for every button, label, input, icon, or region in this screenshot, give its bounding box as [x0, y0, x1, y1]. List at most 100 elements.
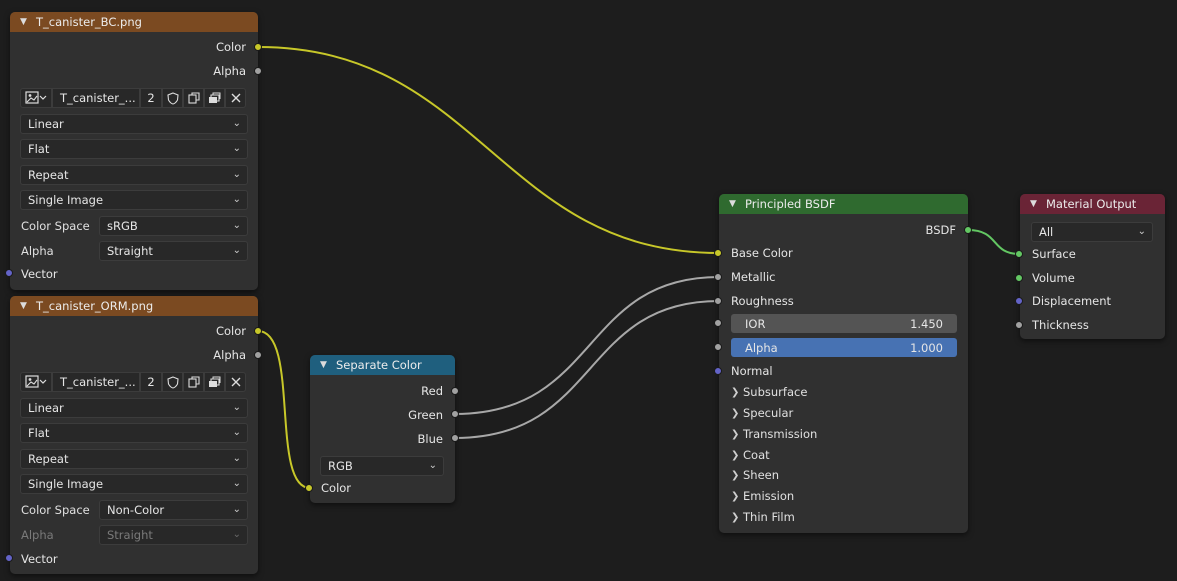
separate-color-node[interactable]: ▼ Separate Color Red Green Blue RGB ⌄ Col… [305, 355, 459, 503]
panel-thin-film[interactable]: ❯ Thin Film [731, 507, 795, 527]
target-dropdown[interactable]: All ⌄ [1031, 222, 1153, 242]
collapse-chevron-icon[interactable]: ▼ [20, 17, 30, 27]
socket-thickness-in[interactable] [1015, 321, 1023, 329]
projection-dropdown[interactable]: Flat ⌄ [20, 139, 248, 159]
chevron-right-icon: ❯ [731, 511, 740, 523]
socket-color-out[interactable] [254, 327, 262, 335]
alpha-mode-dropdown[interactable]: Straight ⌄ [99, 241, 248, 261]
socket-roughness-in[interactable] [714, 297, 722, 305]
socket-alpha-out[interactable] [254, 67, 262, 75]
node-header[interactable]: ▼ T_canister_ORM.png [10, 296, 258, 316]
extension-dropdown[interactable]: Repeat ⌄ [20, 165, 248, 185]
input-metallic: Metallic [731, 270, 776, 284]
image-users-count[interactable]: 2 [140, 372, 162, 392]
socket-surface-in[interactable] [1015, 250, 1023, 258]
collapse-chevron-icon[interactable]: ▼ [1030, 199, 1040, 209]
chevron-down-icon: ⌄ [232, 427, 241, 438]
duplicate-icon[interactable] [183, 88, 204, 108]
open-file-icon[interactable] [204, 372, 225, 392]
close-icon[interactable] [225, 372, 246, 392]
panel-transmission[interactable]: ❯ Transmission [731, 424, 817, 444]
color-space-label: Color Space [21, 503, 90, 517]
ior-field[interactable]: IOR 1.450 [731, 314, 957, 333]
socket-base-color-in[interactable] [714, 249, 722, 257]
panel-specular[interactable]: ❯ Specular [731, 403, 793, 423]
source-dropdown[interactable]: Single Image ⌄ [20, 190, 248, 210]
image-users-count[interactable]: 2 [140, 88, 162, 108]
material-output-node[interactable]: ▼ Material Output All ⌄ Surface Volume Di… [1015, 194, 1165, 339]
input-normal: Normal [731, 364, 773, 378]
chevron-down-icon: ⌄ [232, 453, 241, 464]
interpolation-dropdown[interactable]: Linear ⌄ [20, 114, 248, 134]
close-icon[interactable] [225, 88, 246, 108]
socket-alpha-out[interactable] [254, 351, 262, 359]
collapse-chevron-icon[interactable]: ▼ [320, 360, 330, 370]
fake-user-shield-icon[interactable] [162, 372, 183, 392]
link-blue-to-roughness[interactable] [454, 300, 720, 439]
image-browse-icon[interactable] [20, 88, 52, 108]
image-texture-node-bc[interactable]: ▼ T_canister_BC.png Color Alpha T_canist… [5, 12, 262, 290]
panel-coat[interactable]: ❯ Coat [731, 445, 770, 465]
output-color: Color [215, 40, 246, 54]
image-browse-icon[interactable] [20, 372, 52, 392]
socket-blue-out[interactable] [451, 434, 459, 442]
socket-bsdf-out[interactable] [964, 226, 972, 234]
output-color: Color [215, 324, 246, 338]
node-header[interactable]: ▼ T_canister_BC.png [10, 12, 258, 32]
image-texture-node-orm[interactable]: ▼ T_canister_ORM.png Color Alpha T_canis… [5, 296, 262, 574]
source-dropdown[interactable]: Single Image ⌄ [20, 474, 248, 494]
chevron-right-icon: ❯ [731, 386, 740, 398]
extension-dropdown[interactable]: Repeat ⌄ [20, 449, 248, 469]
socket-vector-in[interactable] [5, 269, 13, 277]
chevron-down-icon: ⌄ [232, 169, 241, 180]
color-space-dropdown[interactable]: Non-Color ⌄ [99, 500, 248, 520]
open-file-icon[interactable] [204, 88, 225, 108]
alpha-field[interactable]: Alpha 1.000 [731, 338, 957, 357]
chevron-down-icon: ⌄ [232, 118, 241, 129]
socket-ior-in[interactable] [714, 319, 722, 327]
image-datablock-selector: T_canister_... 2 [20, 88, 248, 108]
link-green-to-metallic[interactable] [454, 276, 720, 415]
chevron-down-icon: ⌄ [232, 529, 241, 540]
chevron-right-icon: ❯ [731, 428, 740, 440]
duplicate-icon[interactable] [183, 372, 204, 392]
alpha-mode-label: Alpha [21, 528, 54, 542]
collapse-chevron-icon[interactable]: ▼ [729, 199, 739, 209]
chevron-down-icon: ⌄ [232, 220, 241, 231]
interpolation-dropdown[interactable]: Linear ⌄ [20, 398, 248, 418]
output-alpha: Alpha [213, 64, 246, 78]
principled-bsdf-node[interactable]: ▼ Principled BSDF BSDF Base Color Metall… [714, 194, 972, 533]
fake-user-shield-icon[interactable] [162, 88, 183, 108]
alpha-mode-label: Alpha [21, 244, 54, 258]
socket-alpha-in[interactable] [714, 343, 722, 351]
input-volume: Volume [1032, 271, 1075, 285]
image-name-field[interactable]: T_canister_... [52, 88, 140, 108]
socket-color-in[interactable] [305, 484, 313, 492]
socket-normal-in[interactable] [714, 367, 722, 375]
socket-displacement-in[interactable] [1015, 297, 1023, 305]
panel-subsurface[interactable]: ❯ Subsurface [731, 382, 807, 402]
input-surface: Surface [1032, 247, 1076, 261]
image-name-field[interactable]: T_canister_... [52, 372, 140, 392]
collapse-chevron-icon[interactable]: ▼ [20, 301, 30, 311]
color-space-dropdown[interactable]: sRGB ⌄ [99, 216, 248, 236]
mode-dropdown[interactable]: RGB ⌄ [320, 456, 444, 476]
panel-emission[interactable]: ❯ Emission [731, 486, 794, 506]
node-header[interactable]: ▼ Principled BSDF [719, 194, 968, 214]
node-header[interactable]: ▼ Material Output [1020, 194, 1165, 214]
link-orm-color-to-separate[interactable] [257, 330, 311, 489]
chevron-down-icon: ⌄ [1137, 226, 1146, 237]
socket-green-out[interactable] [451, 410, 459, 418]
chevron-down-icon: ⌄ [232, 143, 241, 154]
socket-metallic-in[interactable] [714, 273, 722, 281]
projection-dropdown[interactable]: Flat ⌄ [20, 423, 248, 443]
socket-vector-in[interactable] [5, 554, 13, 562]
node-header[interactable]: ▼ Separate Color [310, 355, 455, 375]
socket-volume-in[interactable] [1015, 274, 1023, 282]
socket-color-out[interactable] [254, 43, 262, 51]
link-bc-color-to-base-color[interactable] [257, 46, 720, 254]
socket-red-out[interactable] [451, 387, 459, 395]
input-color: Color [321, 481, 352, 495]
panel-sheen[interactable]: ❯ Sheen [731, 465, 779, 485]
link-bsdf-to-surface[interactable] [967, 229, 1021, 255]
